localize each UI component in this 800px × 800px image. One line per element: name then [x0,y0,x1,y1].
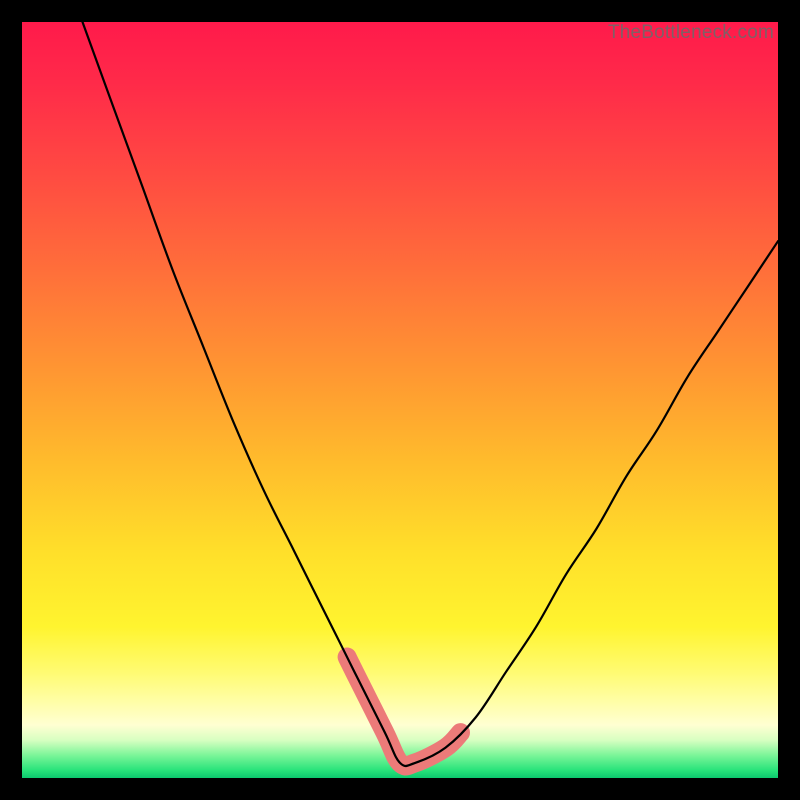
chart-frame: TheBottleneck.com [0,0,800,800]
chart-svg [22,22,778,778]
bottleneck-curve [83,22,779,766]
plot-area: TheBottleneck.com [22,22,778,778]
watermark-text: TheBottleneck.com [608,22,774,44]
